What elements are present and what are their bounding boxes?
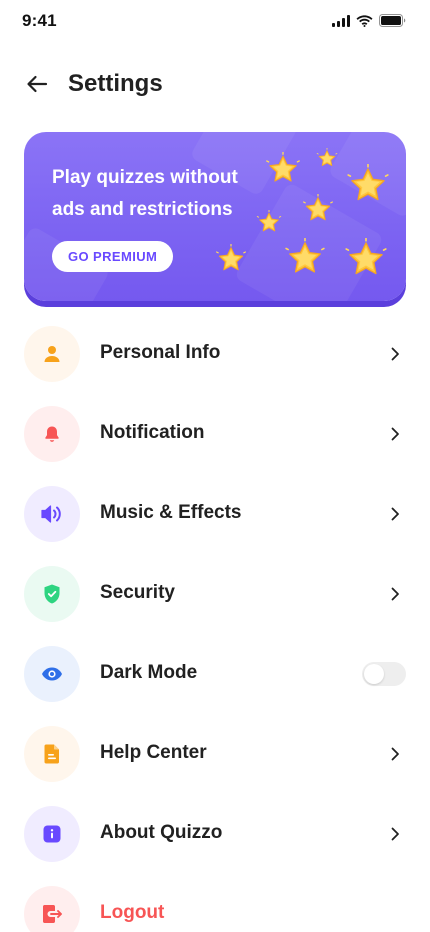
- wifi-icon: [356, 14, 373, 27]
- star-icon: [347, 164, 389, 201]
- back-button[interactable]: [24, 71, 50, 97]
- chevron-right-icon: [391, 507, 399, 521]
- battery-icon: [379, 14, 406, 27]
- settings-item-notification[interactable]: Notification: [0, 394, 430, 474]
- dark-mode-toggle[interactable]: [362, 662, 406, 686]
- info-icon: [43, 825, 61, 843]
- go-premium-button[interactable]: GO PREMIUM: [52, 241, 174, 272]
- security-icon-badge: [24, 566, 80, 622]
- star-icon: [266, 152, 300, 182]
- person-icon: [44, 346, 60, 362]
- logout-icon: [43, 905, 62, 923]
- settings-item-label: Music & Effects: [100, 502, 242, 523]
- settings-item-music-effects[interactable]: Music & Effects: [0, 474, 430, 554]
- settings-item-logout[interactable]: Logout: [0, 874, 430, 932]
- settings-item-help-center[interactable]: Help Center: [0, 714, 430, 794]
- star-icon: [303, 194, 333, 221]
- settings-item-personal-info[interactable]: Personal Info: [0, 314, 430, 394]
- page-title: Settings: [68, 70, 163, 97]
- cellular-signal-icon: [332, 14, 350, 27]
- settings-item-label: Help Center: [100, 742, 207, 763]
- chevron-right-icon: [391, 827, 399, 841]
- settings-item-label: Logout: [100, 902, 165, 923]
- premium-banner: Play quizzes without ads and restriction…: [24, 132, 406, 301]
- status-time: 9:41: [22, 11, 57, 30]
- shield-check-icon: [44, 584, 60, 604]
- settings-item-label: Dark Mode: [100, 662, 198, 683]
- chevron-right-icon: [391, 347, 399, 361]
- promo-line-2: ads and restrictions: [52, 199, 233, 220]
- star-icon: [256, 210, 282, 232]
- arrow-left-icon: [27, 75, 48, 93]
- settings-item-label: Notification: [100, 422, 205, 443]
- status-icons: [332, 14, 406, 27]
- settings-item-security[interactable]: Security: [0, 554, 430, 634]
- toggle-knob: [364, 664, 384, 684]
- chevron-right-icon: [391, 747, 399, 761]
- header: Settings: [0, 62, 430, 106]
- settings-item-label: Security: [100, 582, 175, 603]
- eye-icon: [42, 667, 62, 681]
- settings-item-label: About Quizzo: [100, 822, 223, 843]
- music-effects-icon-badge: [24, 486, 80, 542]
- help-center-icon-badge: [24, 726, 80, 782]
- settings-item-dark-mode: Dark Mode: [0, 634, 430, 714]
- settings-screen: 9:41 Settings Play quizzes without ads a…: [0, 0, 430, 932]
- speaker-icon: [41, 505, 61, 523]
- chevron-right-icon: [391, 587, 399, 601]
- settings-item-label: Personal Info: [100, 342, 221, 363]
- promo-line-1: Play quizzes without: [52, 167, 238, 188]
- settings-item-about-quizzo[interactable]: About Quizzo: [0, 794, 430, 874]
- premium-promo-text: Play quizzes without ads and restriction…: [52, 162, 272, 226]
- notification-icon-badge: [24, 406, 80, 462]
- bell-icon: [45, 426, 59, 442]
- document-icon: [44, 744, 59, 764]
- dark-mode-icon-badge: [24, 646, 80, 702]
- star-icon: [216, 244, 246, 271]
- status-bar: 9:41: [0, 0, 430, 44]
- logout-icon-badge: [24, 886, 80, 932]
- about-icon-badge: [24, 806, 80, 862]
- star-icon: [345, 238, 387, 275]
- chevron-right-icon: [391, 427, 399, 441]
- star-icon: [285, 238, 325, 273]
- personal-info-icon-badge: [24, 326, 80, 382]
- star-icon: [316, 148, 338, 167]
